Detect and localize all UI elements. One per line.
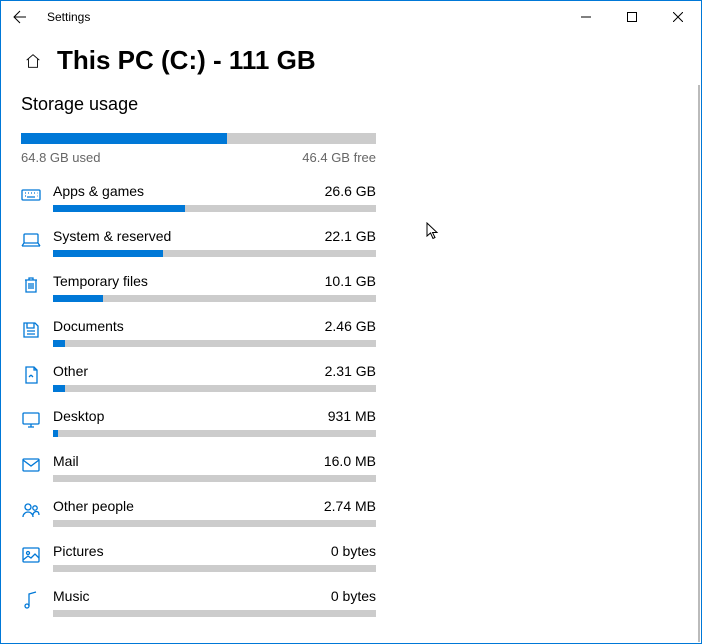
category-fill — [53, 385, 65, 392]
overall-usage-fill — [21, 133, 227, 144]
overall-free-label: 46.4 GB free — [302, 150, 376, 165]
category-item[interactable]: Desktop 931 MB — [21, 408, 376, 437]
category-item[interactable]: Documents 2.46 GB — [21, 318, 376, 347]
category-bar — [53, 430, 376, 437]
category-size: 2.74 MB — [324, 498, 376, 514]
category-label: Pictures — [53, 543, 104, 559]
category-bar — [53, 250, 376, 257]
category-size: 10.1 GB — [325, 273, 376, 289]
page-title: This PC (C:) - 111 GB — [57, 45, 316, 76]
category-item[interactable]: Temporary files 10.1 GB — [21, 273, 376, 302]
category-label: Mail — [53, 453, 79, 469]
people-icon — [21, 500, 41, 520]
close-button[interactable] — [655, 1, 701, 33]
category-size: 0 bytes — [331, 588, 376, 604]
category-size: 16.0 MB — [324, 453, 376, 469]
back-button[interactable] — [5, 1, 35, 33]
category-item[interactable]: Apps & games 26.6 GB — [21, 183, 376, 212]
category-size: 2.46 GB — [325, 318, 376, 334]
category-item[interactable]: Other people 2.74 MB — [21, 498, 376, 527]
category-item[interactable]: Mail 16.0 MB — [21, 453, 376, 482]
overall-usage-bar — [21, 133, 376, 144]
category-bar — [53, 205, 376, 212]
minimize-button[interactable] — [563, 1, 609, 33]
category-fill — [53, 295, 103, 302]
category-size: 26.6 GB — [325, 183, 376, 199]
scrollbar[interactable] — [698, 85, 700, 642]
maximize-button[interactable] — [609, 1, 655, 33]
category-bar — [53, 295, 376, 302]
music-icon — [21, 590, 41, 610]
category-label: Temporary files — [53, 273, 148, 289]
category-label: Music — [53, 588, 90, 604]
category-bar — [53, 565, 376, 572]
category-size: 931 MB — [328, 408, 376, 424]
category-fill — [53, 250, 163, 257]
category-size: 22.1 GB — [325, 228, 376, 244]
laptop-icon — [21, 230, 41, 250]
category-item[interactable]: Pictures 0 bytes — [21, 543, 376, 572]
trash-icon — [21, 275, 41, 295]
category-bar — [53, 385, 376, 392]
category-label: Other — [53, 363, 88, 379]
category-bar — [53, 475, 376, 482]
mail-icon — [21, 455, 41, 475]
keyboard-icon — [21, 185, 41, 205]
category-item[interactable]: Music 0 bytes — [21, 588, 376, 617]
category-item[interactable]: System & reserved 22.1 GB — [21, 228, 376, 257]
picture-icon — [21, 545, 41, 565]
save-icon — [21, 320, 41, 340]
category-fill — [53, 430, 58, 437]
cursor-icon — [426, 222, 440, 240]
category-size: 0 bytes — [331, 543, 376, 559]
category-label: Apps & games — [53, 183, 144, 199]
overall-used-label: 64.8 GB used — [21, 150, 101, 165]
category-label: Other people — [53, 498, 134, 514]
category-label: Documents — [53, 318, 124, 334]
category-bar — [53, 340, 376, 347]
category-label: Desktop — [53, 408, 104, 424]
page-icon — [21, 365, 41, 385]
category-fill — [53, 340, 65, 347]
category-fill — [53, 205, 185, 212]
category-bar — [53, 610, 376, 617]
monitor-icon — [21, 410, 41, 430]
home-icon[interactable] — [23, 51, 43, 71]
window-title: Settings — [47, 10, 90, 24]
category-size: 2.31 GB — [325, 363, 376, 379]
category-label: System & reserved — [53, 228, 171, 244]
section-title: Storage usage — [21, 94, 376, 115]
category-bar — [53, 520, 376, 527]
category-item[interactable]: Other 2.31 GB — [21, 363, 376, 392]
